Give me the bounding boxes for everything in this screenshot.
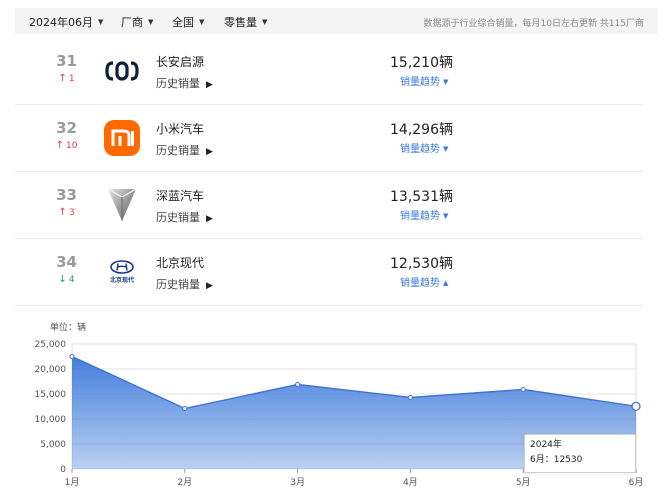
- y-tick-label: 15,000: [35, 390, 67, 400]
- filter-bar: 2024年06月 ▼ 厂商 ▼ 全国 ▼ 零售量 ▼ 数据源于行业综合销量，每月10日左…: [15, 8, 658, 34]
- sales-value: 13,531辆: [390, 189, 453, 205]
- history-sales-label: 历史销量: [156, 144, 200, 157]
- data-point: [295, 382, 301, 387]
- y-tick-label: 20,000: [35, 365, 67, 375]
- y-tick-label: 0: [60, 465, 66, 475]
- maker-filter[interactable]: 厂商 ▼: [121, 14, 153, 30]
- list-item[interactable]: 31 ↑ 1 长安启源 历史销量 ▶ 15,210辆 销量趋势 ▼: [15, 38, 643, 105]
- y-tick-label: 5,000: [40, 440, 66, 450]
- data-point: [631, 401, 641, 411]
- x-tick-label: 6月: [629, 477, 644, 488]
- brand-name: 小米汽车: [156, 122, 205, 136]
- play-triangle-icon: ▶: [206, 147, 213, 157]
- chart-tooltip: 2024年 6月：12530: [524, 434, 636, 473]
- history-sales-link[interactable]: 历史销量 ▶: [156, 142, 213, 158]
- sales-trend-label: 销量趋势: [400, 211, 440, 222]
- history-sales-label: 历史销量: [156, 211, 200, 224]
- chevron-down-icon: ▼: [148, 18, 154, 26]
- rank-change-value: 4: [68, 275, 75, 285]
- list-item[interactable]: 33 ↑ 3 深蓝汽车 历史销量 ▶ 13,531辆 销量趋势 ▼: [15, 172, 643, 239]
- rank-change: ↑ 10: [15, 140, 118, 151]
- data-point: [520, 387, 526, 392]
- history-sales-link[interactable]: 历史销量 ▶: [156, 276, 213, 292]
- rank-number: 32: [56, 119, 77, 137]
- x-tick-label: 3月: [290, 477, 305, 488]
- history-sales-link[interactable]: 历史销量 ▶: [156, 75, 213, 91]
- rank-number: 34: [56, 253, 77, 271]
- sales-trend-toggle[interactable]: 销量趋势 ▲: [400, 274, 448, 289]
- y-tick-label: 10,000: [35, 415, 67, 425]
- month-filter-label: 2024年06月: [29, 16, 93, 29]
- arrow-up-icon: ↑: [58, 73, 67, 84]
- rank-change: ↑ 3: [15, 207, 118, 218]
- chevron-down-icon: ▼: [443, 78, 449, 86]
- maker-filter-label: 厂商: [121, 16, 143, 29]
- changan-qiyuan-logo-icon: [104, 53, 140, 89]
- x-tick-label: 5月: [516, 477, 531, 488]
- data-source-note: 数据源于行业综合销量，每月10日左右更新 共115厂商: [423, 19, 645, 29]
- x-tick-label: 1月: [65, 477, 80, 488]
- sales-value: 14,296辆: [390, 122, 453, 138]
- brand-name: 深蓝汽车: [156, 189, 205, 203]
- data-point: [69, 354, 75, 359]
- rank-change: ↑ 1: [15, 73, 118, 84]
- rank-change-value: 1: [68, 74, 75, 84]
- tooltip-year: 2024年: [530, 440, 562, 450]
- brand-name: 北京现代: [156, 256, 205, 270]
- region-filter[interactable]: 全国 ▼: [172, 14, 204, 30]
- deepal-logo-icon: [104, 187, 140, 223]
- play-triangle-icon: ▶: [206, 214, 213, 224]
- history-sales-link[interactable]: 历史销量 ▶: [156, 209, 213, 225]
- sales-trend-toggle[interactable]: 销量趋势 ▼: [400, 73, 448, 88]
- beijing-hyundai-logo-icon: 北京现代: [104, 254, 140, 290]
- list-item[interactable]: 32 ↑ 10 小米汽车 历史销量 ▶ 14,296辆 销量趋势 ▼: [15, 105, 643, 172]
- history-sales-label: 历史销量: [156, 77, 200, 90]
- channel-filter[interactable]: 零售量 ▼: [224, 14, 267, 30]
- tooltip-value: 6月：12530: [530, 455, 583, 465]
- chart-unit-label: 单位：辆: [50, 321, 86, 333]
- data-point: [407, 395, 413, 400]
- play-triangle-icon: ▶: [206, 281, 213, 291]
- x-tick-label: 2月: [177, 477, 192, 488]
- chevron-down-icon: ▼: [443, 145, 449, 153]
- region-filter-label: 全国: [172, 16, 194, 29]
- data-point: [182, 406, 188, 411]
- ranking-list: 31 ↑ 1 长安启源 历史销量 ▶ 15,210辆 销量趋势 ▼ 32 ↑ 10 小米…: [15, 38, 643, 306]
- sales-trend-label: 销量趋势: [400, 77, 440, 88]
- chevron-down-icon: ▼: [443, 212, 449, 220]
- rank-change-value: 3: [68, 208, 75, 218]
- sales-value: 12,530辆: [390, 256, 453, 272]
- rank-number: 31: [56, 52, 77, 70]
- sales-value: 15,210辆: [390, 55, 453, 71]
- history-sales-label: 历史销量: [156, 278, 200, 291]
- rank-number: 33: [56, 186, 77, 204]
- sales-trend-label: 销量趋势: [400, 144, 440, 155]
- arrow-down-icon: ↓: [58, 274, 67, 285]
- xiaomi-logo-icon: [104, 120, 140, 156]
- chevron-down-icon: ▼: [199, 18, 205, 26]
- sales-trend-label: 销量趋势: [400, 278, 440, 289]
- sales-trend-toggle[interactable]: 销量趋势 ▼: [400, 207, 448, 222]
- chevron-down-icon: ▼: [262, 18, 268, 26]
- brand-name: 长安启源: [156, 55, 205, 69]
- sales-trend-toggle[interactable]: 销量趋势 ▼: [400, 140, 448, 155]
- beijing-hyundai-logo-text: 北京现代: [109, 277, 134, 284]
- rank-change-value: 10: [65, 141, 78, 151]
- x-tick-label: 4月: [403, 477, 418, 488]
- rank-change: ↓ 4: [15, 274, 118, 285]
- channel-filter-label: 零售量: [224, 16, 257, 29]
- arrow-up-icon: ↑: [58, 207, 67, 218]
- month-filter[interactable]: 2024年06月 ▼: [29, 14, 103, 30]
- chevron-up-icon: ▲: [443, 279, 449, 287]
- chevron-down-icon: ▼: [98, 18, 104, 26]
- arrow-up-icon: ↑: [55, 140, 64, 151]
- y-tick-label: 25,000: [35, 340, 67, 350]
- sales-trend-chart: 单位：辆 0 5,000 10,000 15,000 20,000 25,000 1月 2月 3月…: [0, 315, 665, 496]
- play-triangle-icon: ▶: [206, 80, 213, 90]
- list-item[interactable]: 34 ↓ 4 北京现代 北京现代 历史销量 ▶ 12,530辆 销量趋势 ▲: [15, 239, 643, 306]
